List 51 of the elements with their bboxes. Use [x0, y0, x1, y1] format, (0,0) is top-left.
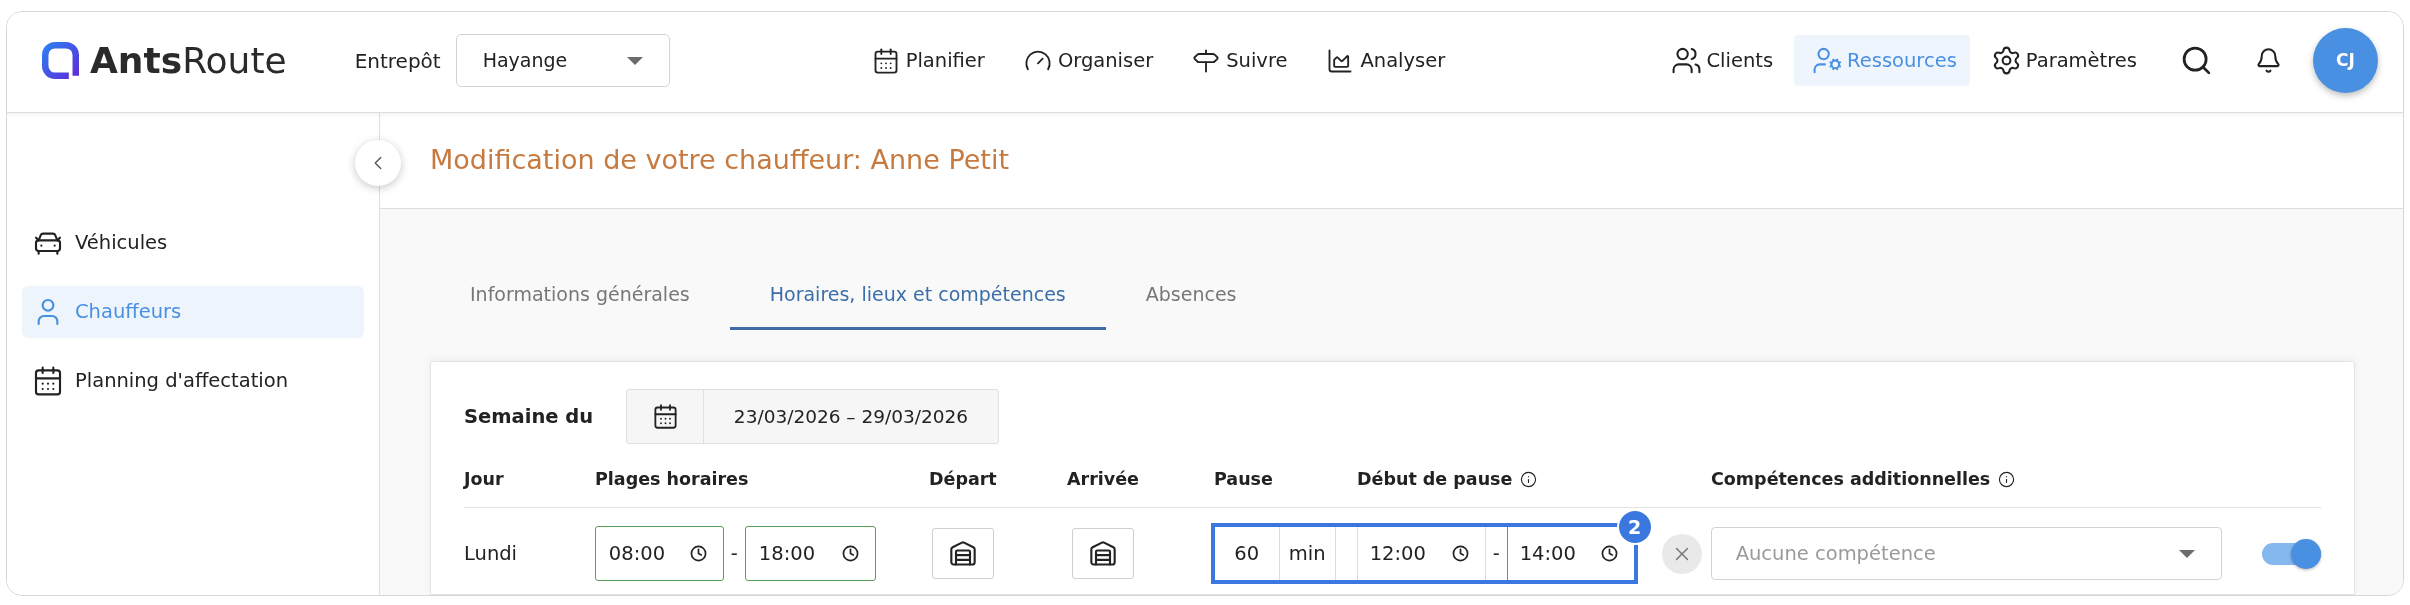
- clock-icon: [1600, 545, 1618, 562]
- clock-icon: [841, 545, 859, 562]
- column-header: Jour: [464, 468, 504, 491]
- pause-duration-input[interactable]: 60: [1214, 527, 1279, 580]
- nav-menu-item[interactable]: Suivre: [1192, 45, 1288, 76]
- column-header: Pause: [1214, 468, 1273, 491]
- column-header: Compétences additionnelles: [1711, 468, 1991, 491]
- time-input[interactable]: 12:00: [1356, 527, 1485, 580]
- sidebar-item[interactable]: Véhicules: [32, 227, 168, 259]
- tab[interactable]: Horaires, lieux et compétences: [729, 262, 1106, 330]
- search-icon[interactable]: [2180, 44, 2213, 77]
- day-label: Lundi: [464, 540, 519, 567]
- column-header: Plages horaires: [595, 468, 749, 491]
- calendar-icon: [32, 365, 64, 397]
- column-header: Départ: [929, 468, 997, 491]
- step-badge: 2: [1616, 509, 1653, 545]
- logo-icon: [42, 42, 79, 79]
- range-separator: -: [1484, 527, 1507, 580]
- week-label: Semaine du: [464, 403, 595, 430]
- tab[interactable]: Absences: [1145, 280, 1237, 309]
- nav-menu-item[interactable]: Planifier: [871, 45, 985, 76]
- nav-menu-item[interactable]: Clients: [1671, 45, 1774, 76]
- calendar-icon[interactable]: [651, 403, 679, 430]
- caret-icon: [626, 56, 643, 65]
- garage-icon: [948, 539, 977, 568]
- people-icon: [1671, 45, 1703, 76]
- garage-button[interactable]: [1071, 528, 1134, 579]
- column-header: Arrivée: [1067, 468, 1139, 491]
- nav-menu-item[interactable]: Analyser: [1326, 45, 1446, 76]
- toggle-switch[interactable]: [2262, 538, 2321, 569]
- range-separator: -: [729, 540, 739, 567]
- clock-icon: [1451, 545, 1469, 562]
- page-title: Modification de votre chauffeur: Anne Petit: [430, 143, 1009, 178]
- time-input[interactable]: 08:00: [594, 526, 724, 581]
- tab[interactable]: Informations générales: [470, 280, 690, 309]
- time-input[interactable]: 18:00: [744, 526, 876, 581]
- nav-menu-item[interactable]: Paramètres: [1990, 45, 2137, 76]
- logo-text: AntsRoute: [90, 42, 287, 79]
- column-header: Début de pause: [1357, 468, 1513, 491]
- date-range-field[interactable]: 23/03/2026 – 29/03/2026: [626, 389, 999, 444]
- clock-icon: [689, 545, 707, 562]
- garage-icon: [1088, 539, 1117, 568]
- nav-menu-item[interactable]: Organiser: [1023, 45, 1154, 76]
- unit-label: min: [1278, 527, 1335, 580]
- caret-icon: [2179, 549, 2196, 558]
- garage-button[interactable]: [931, 528, 994, 579]
- bell-icon[interactable]: [2255, 47, 2282, 74]
- warehouse-select[interactable]: Hayange: [455, 34, 670, 87]
- warehouse-label: Entrepôt: [354, 47, 441, 75]
- user-gear-icon: [1812, 45, 1844, 76]
- sidebar-item[interactable]: Planning d'affectation: [32, 365, 288, 397]
